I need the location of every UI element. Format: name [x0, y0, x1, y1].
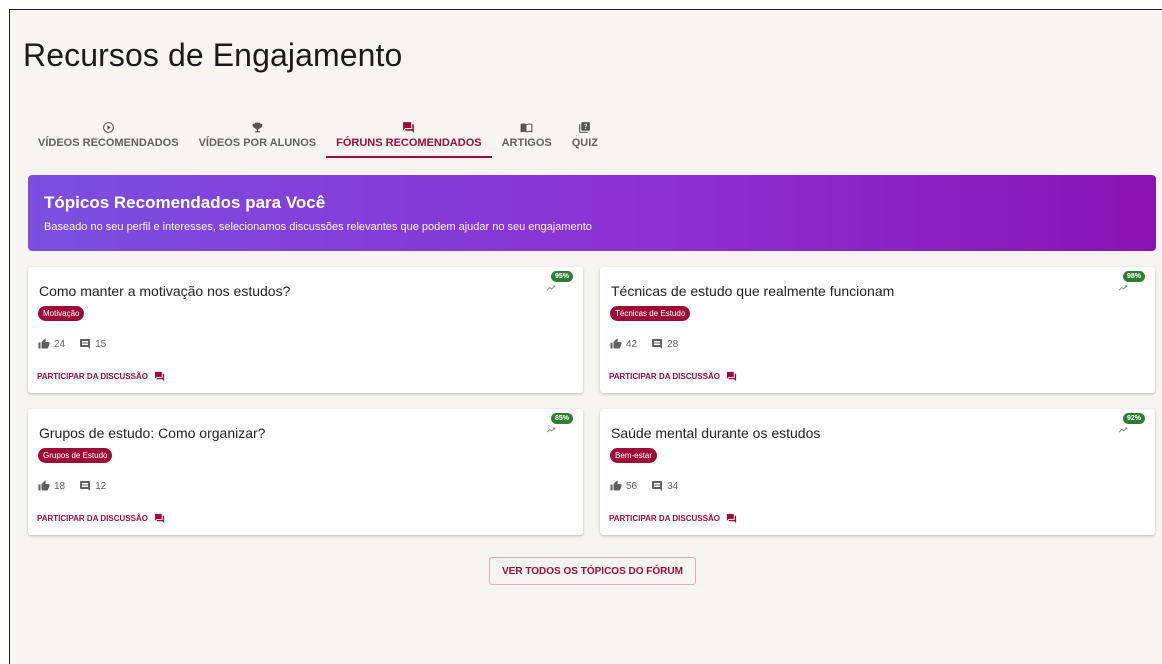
comments-count: 12	[95, 480, 107, 492]
tab-recommended-videos[interactable]: VÍDEOS RECOMENDADOS	[28, 118, 189, 158]
join-label: PARTICIPAR DA DISCUSSÃO	[609, 514, 720, 523]
comment-icon	[652, 481, 663, 491]
thumb-up-icon	[38, 480, 50, 491]
match-badge: 92%	[1123, 413, 1145, 424]
join-label: PARTICIPAR DA DISCUSSÃO	[37, 372, 148, 381]
comments-stat: 34	[651, 480, 678, 492]
comments-count: 28	[667, 338, 679, 350]
topic-tag[interactable]: Grupos de Estudo	[38, 448, 113, 463]
play-circle-icon	[101, 120, 115, 134]
match-score: 95%	[545, 271, 573, 293]
likes-stat: 24	[38, 338, 65, 350]
match-score: 85%	[545, 413, 573, 435]
likes-count: 42	[626, 338, 638, 350]
join-label: PARTICIPAR DA DISCUSSÃO	[609, 372, 720, 381]
join-discussion-button[interactable]: PARTICIPAR DA DISCUSSÃO	[37, 513, 165, 524]
join-discussion-button[interactable]: PARTICIPAR DA DISCUSSÃO	[609, 513, 737, 524]
likes-stat: 42	[610, 338, 637, 350]
tab-label: ARTIGOS	[501, 137, 552, 149]
forum-icon	[154, 513, 165, 524]
comment-icon	[652, 339, 663, 349]
recommendation-banner: Tópicos Recomendados para Você Baseado n…	[28, 175, 1156, 251]
likes-stat: 56	[610, 480, 637, 492]
comments-count: 15	[95, 338, 107, 350]
match-badge: 95%	[551, 271, 573, 282]
book-icon	[520, 120, 534, 134]
match-score: 92%	[1117, 413, 1145, 435]
topic-title: Técnicas de estudo que realmente funcion…	[611, 283, 895, 299]
tab-recommended-forums[interactable]: FÓRUNS RECOMENDADOS	[326, 118, 492, 158]
topic-title: Como manter a motivação nos estudos?	[39, 283, 291, 299]
content-area: Recursos de Engajamento VÍDEOS RECOMENDA…	[9, 9, 1162, 664]
likes-count: 24	[54, 338, 66, 350]
tab-label: FÓRUNS RECOMENDADOS	[336, 137, 482, 149]
topic-title: Saúde mental durante os estudos	[611, 425, 821, 441]
topic-card: 85% Grupos de estudo: Como organizar? Gr…	[28, 409, 583, 535]
topic-card: 95% Como manter a motivação nos estudos?…	[28, 267, 583, 393]
comments-count: 34	[667, 480, 679, 492]
quiz-icon	[578, 120, 592, 134]
page-title: Recursos de Engajamento	[23, 37, 403, 73]
topic-tag[interactable]: Motivação	[38, 306, 85, 321]
match-score: 98%	[1117, 271, 1145, 293]
likes-count: 18	[54, 480, 66, 492]
tab-student-videos[interactable]: VÍDEOS POR ALUNOS	[189, 118, 327, 158]
thumb-up-icon	[610, 480, 622, 491]
forum-icon	[154, 371, 165, 382]
join-label: PARTICIPAR DA DISCUSSÃO	[37, 514, 148, 523]
thumb-up-icon	[610, 338, 622, 349]
tab-bar: VÍDEOS RECOMENDADOS VÍDEOS POR ALUNOS FÓ…	[28, 118, 608, 160]
comments-stat: 12	[79, 480, 106, 492]
view-all-topics-button[interactable]: VER TODOS OS TÓPICOS DO FÓRUM	[489, 557, 696, 585]
forum-icon	[402, 120, 416, 134]
topic-stats: 42 28	[610, 338, 692, 350]
trophy-icon	[250, 120, 264, 134]
tab-articles[interactable]: ARTIGOS	[492, 118, 562, 158]
join-discussion-button[interactable]: PARTICIPAR DA DISCUSSÃO	[609, 371, 737, 382]
topic-card: 92% Saúde mental durante os estudos Bem-…	[600, 409, 1155, 535]
tab-label: VÍDEOS RECOMENDADOS	[38, 137, 179, 149]
topic-card: 98% Técnicas de estudo que realmente fun…	[600, 267, 1155, 393]
comments-stat: 28	[651, 338, 678, 350]
thumb-up-icon	[38, 338, 50, 349]
tab-label: QUIZ	[571, 137, 598, 149]
forum-icon	[726, 513, 737, 524]
forum-icon	[726, 371, 737, 382]
topic-tag[interactable]: Técnicas de Estudo	[610, 306, 691, 321]
topic-stats: 56 34	[610, 480, 692, 492]
likes-count: 56	[626, 480, 638, 492]
match-badge: 98%	[1123, 271, 1145, 282]
match-badge: 85%	[551, 413, 573, 424]
topic-tag[interactable]: Bem-estar	[610, 448, 657, 463]
likes-stat: 18	[38, 480, 65, 492]
banner-subtitle: Baseado no seu perfil e interesses, sele…	[44, 221, 592, 233]
comments-stat: 15	[79, 338, 106, 350]
comment-icon	[80, 481, 91, 491]
tab-quiz[interactable]: QUIZ	[562, 118, 608, 158]
join-discussion-button[interactable]: PARTICIPAR DA DISCUSSÃO	[37, 371, 165, 382]
topic-stats: 24 15	[38, 338, 120, 350]
topic-stats: 18 12	[38, 480, 120, 492]
comment-icon	[80, 339, 91, 349]
banner-title: Tópicos Recomendados para Você	[44, 193, 326, 212]
tab-label: VÍDEOS POR ALUNOS	[198, 137, 317, 149]
topic-title: Grupos de estudo: Como organizar?	[39, 425, 266, 441]
